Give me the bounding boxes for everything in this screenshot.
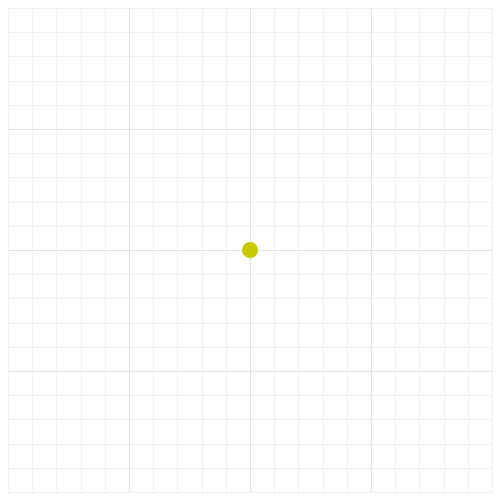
drawing-canvas[interactable] bbox=[0, 0, 500, 500]
grid-surface[interactable] bbox=[0, 0, 500, 500]
point-marker[interactable] bbox=[242, 242, 258, 258]
